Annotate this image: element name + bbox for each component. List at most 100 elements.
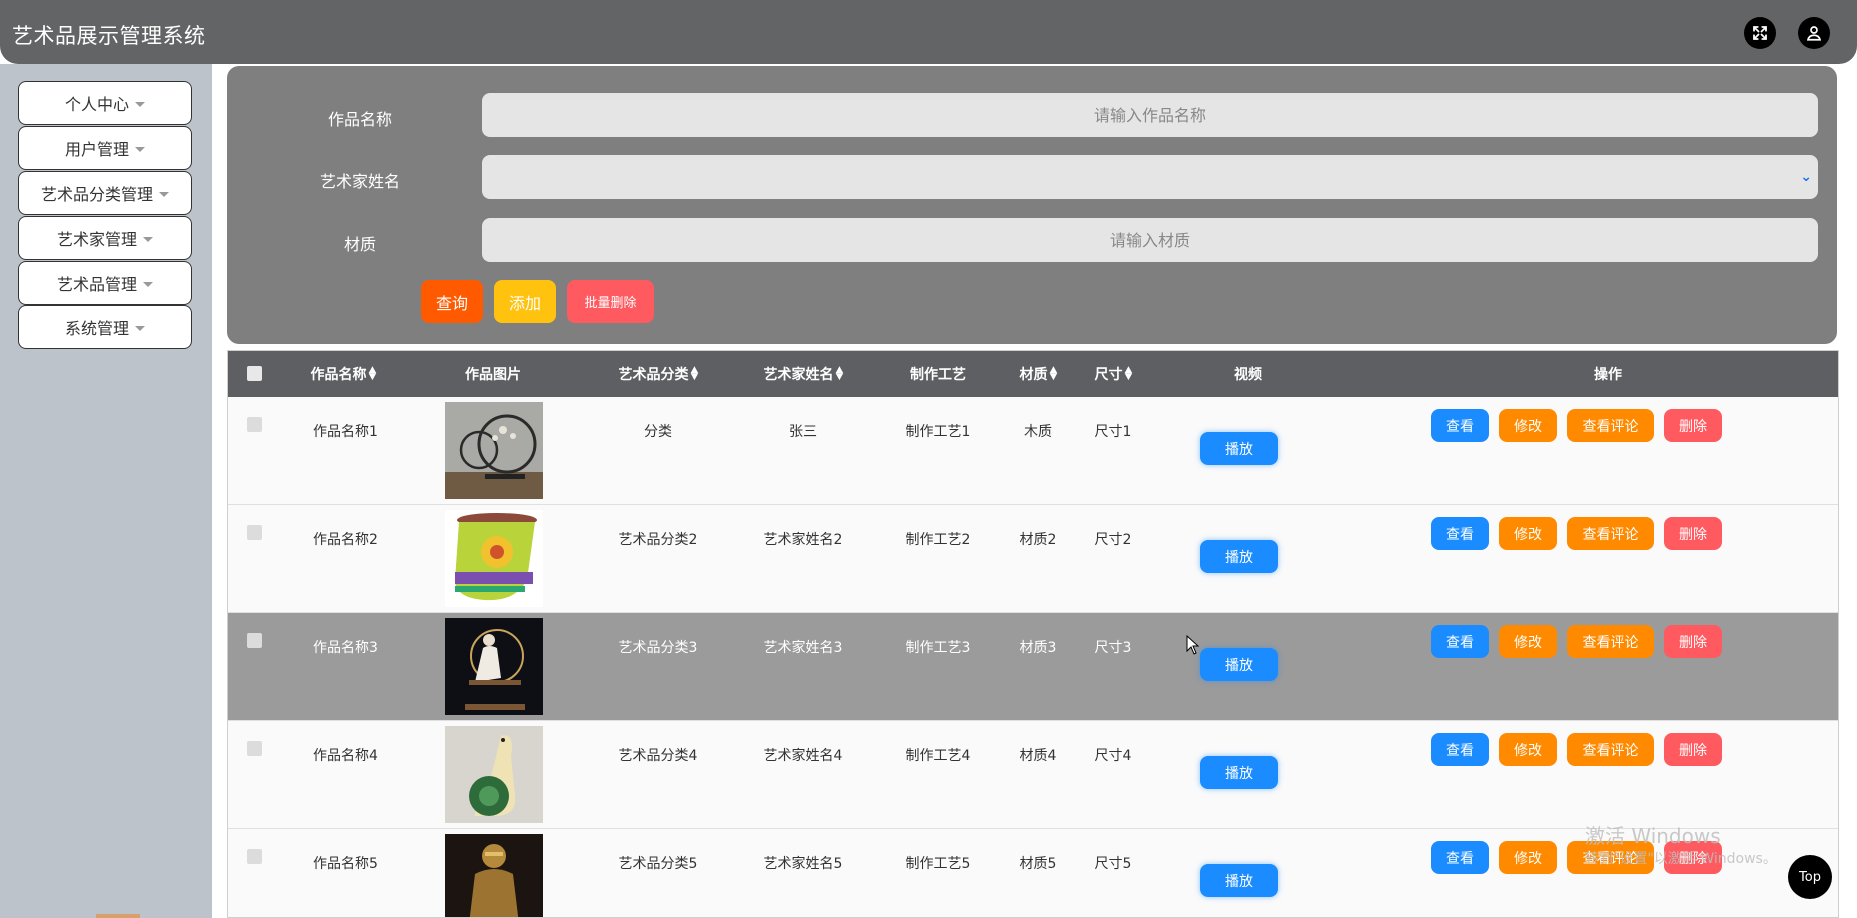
- windows-activation-watermark-sub: 转到"设置"以激活 Windows。: [1585, 851, 1777, 867]
- windows-activation-watermark: 激活 Windows: [1585, 824, 1721, 848]
- view-button[interactable]: 查看: [1431, 625, 1489, 658]
- row-material: 材质2: [1019, 532, 1057, 548]
- sidebar-item-system-management[interactable]: 系统管理: [18, 305, 192, 349]
- row-artist: 艺术家姓名5: [763, 856, 843, 872]
- delete-button[interactable]: 删除: [1664, 409, 1722, 442]
- row-craft: 制作工艺3: [905, 640, 971, 656]
- delete-button[interactable]: 删除: [1664, 625, 1722, 658]
- header-name-label: 作品名称: [310, 367, 367, 383]
- header-image: 作品图片: [438, 351, 548, 397]
- header-size[interactable]: 尺寸 ▲ ▼: [1073, 351, 1153, 397]
- play-button[interactable]: 播放: [1200, 540, 1278, 573]
- user-icon[interactable]: [1798, 17, 1830, 49]
- sidebar-item-artist-management[interactable]: 艺术家管理: [18, 216, 192, 260]
- row-size: 尺寸4: [1094, 748, 1132, 764]
- back-to-top-button[interactable]: Top: [1788, 855, 1832, 899]
- material-label: 材质: [343, 235, 376, 254]
- chevron-down-icon: [143, 281, 153, 287]
- sort-icon: ▲ ▼: [368, 365, 376, 382]
- sidebar-item-label: 艺术家管理: [56, 230, 137, 249]
- table-row[interactable]: 作品名称1 分类 张三 制作工艺1 木质 尺寸1 播放 查看 修改 查看评论 删…: [228, 397, 1838, 505]
- delete-button[interactable]: 删除: [1664, 733, 1722, 766]
- header-size-label: 尺寸: [1094, 367, 1123, 383]
- row-checkbox[interactable]: [247, 525, 262, 540]
- row-category: 艺术品分类4: [618, 748, 698, 764]
- sidebar-item-label: 艺术品管理: [56, 275, 137, 294]
- row-name: 作品名称4: [313, 748, 378, 764]
- edit-button[interactable]: 修改: [1499, 517, 1557, 550]
- artwork-thumbnail[interactable]: [445, 618, 543, 715]
- material-search-input[interactable]: [482, 218, 1818, 262]
- chevron-down-icon: [159, 191, 169, 197]
- fullscreen-icon[interactable]: [1744, 17, 1776, 49]
- row-material: 材质4: [1019, 748, 1057, 764]
- row-size: 尺寸1: [1094, 424, 1132, 440]
- table-row[interactable]: 作品名称3 艺术品分类3 艺术家姓名3 制作工艺3 材质3 尺寸3 播放 查看 …: [228, 613, 1838, 721]
- play-button[interactable]: 播放: [1200, 648, 1278, 681]
- header-video: 视频: [1198, 351, 1298, 397]
- header-category-label: 艺术品分类: [618, 367, 689, 383]
- table-row[interactable]: 作品名称4 艺术品分类4 艺术家姓名4 制作工艺4 材质4 尺寸4 播放 查看 …: [228, 721, 1838, 829]
- row-checkbox[interactable]: [247, 417, 262, 432]
- header-name[interactable]: 作品名称 ▲ ▼: [278, 351, 408, 397]
- mouse-cursor-icon: [1186, 635, 1200, 655]
- artwork-thumbnail[interactable]: [445, 402, 543, 499]
- view-comments-button[interactable]: 查看评论: [1567, 733, 1654, 766]
- app-title: 艺术品展示管理系统: [12, 24, 206, 48]
- sort-icon: ▲ ▼: [1049, 365, 1057, 382]
- header-craft: 制作工艺: [883, 351, 993, 397]
- chevron-down-icon: [135, 146, 145, 152]
- chevron-down-icon: [143, 236, 153, 242]
- edit-button[interactable]: 修改: [1499, 625, 1557, 658]
- header-category[interactable]: 艺术品分类 ▲ ▼: [583, 351, 733, 397]
- view-comments-button[interactable]: 查看评论: [1567, 517, 1654, 550]
- row-category: 艺术品分类3: [618, 640, 698, 656]
- view-button[interactable]: 查看: [1431, 841, 1489, 874]
- add-button[interactable]: 添加: [494, 280, 556, 323]
- row-category: 艺术品分类2: [618, 532, 698, 548]
- name-search-input[interactable]: [482, 93, 1818, 137]
- view-button[interactable]: 查看: [1431, 409, 1489, 442]
- view-comments-button[interactable]: 查看评论: [1567, 409, 1654, 442]
- edit-button[interactable]: 修改: [1499, 733, 1557, 766]
- play-button[interactable]: 播放: [1200, 864, 1278, 897]
- table-row[interactable]: 作品名称2 艺术品分类2 艺术家姓名2 制作工艺2 材质2 尺寸2 播放 查看 …: [228, 505, 1838, 613]
- sidebar-item-label: 用户管理: [64, 140, 129, 159]
- sidebar-item-personal-center[interactable]: 个人中心: [18, 81, 192, 125]
- play-button[interactable]: 播放: [1200, 756, 1278, 789]
- row-artist: 张三: [789, 424, 817, 440]
- row-craft: 制作工艺5: [905, 856, 971, 872]
- header-artist[interactable]: 艺术家姓名 ▲ ▼: [728, 351, 878, 397]
- edit-button[interactable]: 修改: [1499, 409, 1557, 442]
- artwork-thumbnail[interactable]: [445, 510, 543, 607]
- top-bar: 艺术品展示管理系统: [0, 0, 1857, 64]
- row-checkbox[interactable]: [247, 849, 262, 864]
- name-label: 作品名称: [327, 110, 392, 129]
- sidebar-item-category-management[interactable]: 艺术品分类管理: [18, 171, 192, 215]
- select-all-checkbox[interactable]: [247, 366, 262, 381]
- sidebar-item-user-management[interactable]: 用户管理: [18, 126, 192, 170]
- delete-button[interactable]: 删除: [1664, 517, 1722, 550]
- sidebar-item-artwork-management[interactable]: 艺术品管理: [18, 261, 192, 305]
- query-button[interactable]: 查询: [421, 280, 483, 323]
- sidebar-item-label: 系统管理: [64, 319, 129, 338]
- view-comments-button[interactable]: 查看评论: [1567, 625, 1654, 658]
- artist-select[interactable]: ⌄: [482, 155, 1818, 199]
- edit-button[interactable]: 修改: [1499, 841, 1557, 874]
- chevron-down-icon: ⌄: [1800, 169, 1812, 185]
- row-checkbox[interactable]: [247, 741, 262, 756]
- artwork-thumbnail[interactable]: [445, 834, 543, 917]
- artwork-thumbnail[interactable]: [445, 726, 543, 823]
- sort-icon: ▲ ▼: [1124, 365, 1132, 382]
- play-button[interactable]: 播放: [1200, 432, 1278, 465]
- view-button[interactable]: 查看: [1431, 517, 1489, 550]
- row-checkbox[interactable]: [247, 633, 262, 648]
- sidebar-scroll-mark: [96, 914, 140, 918]
- view-button[interactable]: 查看: [1431, 733, 1489, 766]
- header-material-label: 材质: [1019, 367, 1048, 383]
- batch-delete-button[interactable]: 批量删除: [567, 280, 654, 323]
- row-material: 材质3: [1019, 640, 1057, 656]
- row-craft: 制作工艺4: [905, 748, 971, 764]
- row-size: 尺寸2: [1094, 532, 1132, 548]
- header-material[interactable]: 材质 ▲ ▼: [998, 351, 1078, 397]
